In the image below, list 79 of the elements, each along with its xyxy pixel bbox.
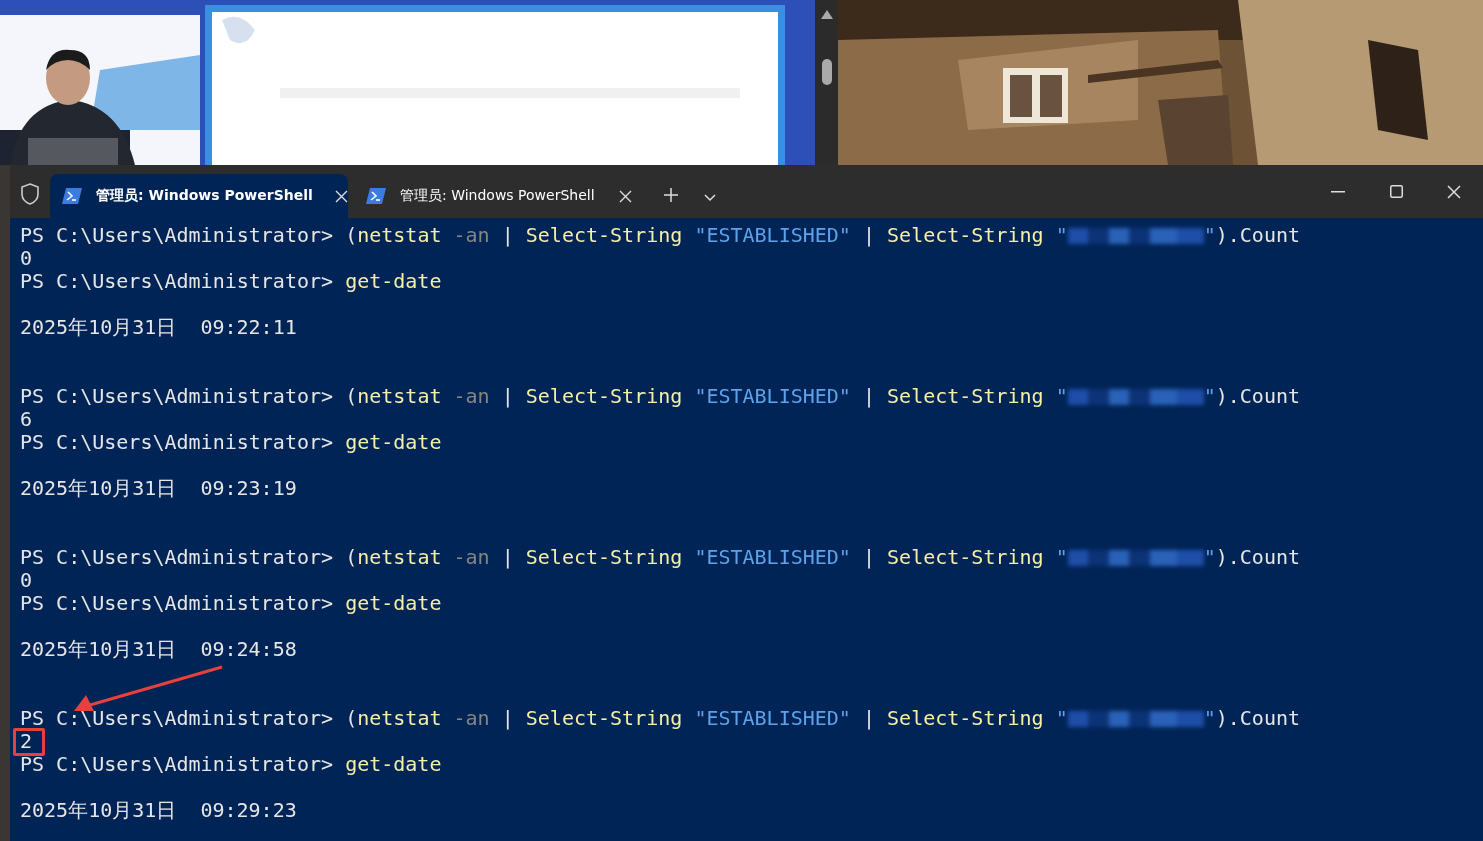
string-text: "ESTABLISHED": [694, 384, 851, 408]
code-text: ).Count: [1215, 223, 1301, 247]
command-text: Select-String: [887, 706, 1044, 730]
scrollbar-thumb[interactable]: [821, 59, 832, 85]
prompt-text: PS C:\Users\Administrator>: [20, 223, 334, 247]
command-text: get-date: [345, 430, 442, 454]
command-text: Select-String: [887, 545, 1044, 569]
string-text: ": [1055, 706, 1068, 730]
string-text: ": [1055, 384, 1068, 408]
code-text: (: [345, 384, 358, 408]
parameter-text: -an: [453, 545, 490, 569]
prompt-text: PS C:\Users\Administrator>: [20, 384, 334, 408]
string-text: ": [1203, 223, 1216, 247]
chevron-down-icon[interactable]: [704, 194, 716, 202]
powershell-icon: [62, 188, 82, 204]
parameter-text: -an: [453, 223, 490, 247]
output-text: 0: [20, 568, 33, 592]
date-text: 2025年10月31日 09:22:11: [20, 315, 297, 339]
code-text: ).Count: [1215, 384, 1301, 408]
code-text: |: [501, 545, 514, 569]
code-text: |: [862, 706, 875, 730]
string-text: ": [1055, 545, 1068, 569]
close-icon[interactable]: [334, 189, 348, 203]
command-text: Select-String: [525, 706, 683, 730]
code-text: |: [862, 223, 875, 247]
command-text: get-date: [345, 269, 442, 293]
output-text: 6: [20, 407, 33, 431]
string-text: "ESTABLISHED": [694, 223, 851, 247]
command-text: Select-String: [525, 545, 683, 569]
command-text: netstat: [357, 384, 442, 408]
code-text: |: [501, 706, 514, 730]
code-text: |: [862, 384, 875, 408]
command-text: netstat: [357, 706, 442, 730]
code-text: (: [345, 223, 358, 247]
command-text: get-date: [345, 752, 442, 776]
prompt-text: PS C:\Users\Administrator>: [20, 706, 334, 730]
string-text: ": [1203, 706, 1216, 730]
date-text: 2025年10月31日 09:23:19: [20, 476, 297, 500]
code-text: |: [862, 545, 875, 569]
scrollbar[interactable]: [815, 0, 838, 165]
command-text: Select-String: [887, 223, 1044, 247]
shield-icon[interactable]: [20, 183, 40, 205]
date-text: 2025年10月31日 09:29:23: [20, 798, 297, 822]
string-text: ": [1055, 223, 1068, 247]
code-text: |: [501, 223, 514, 247]
code-text: (: [345, 545, 358, 569]
parameter-text: -an: [453, 384, 490, 408]
tab[interactable]: 管理员: Windows PowerShell: [354, 174, 644, 218]
scroll-up-arrow-icon[interactable]: [820, 10, 833, 19]
output-text: 0: [20, 246, 33, 270]
command-text: Select-String: [525, 384, 683, 408]
string-text: "ESTABLISHED": [694, 706, 851, 730]
prompt-text: PS C:\Users\Administrator>: [20, 430, 334, 454]
maximize-icon[interactable]: [1389, 185, 1403, 198]
string-text: ": [1203, 384, 1216, 408]
string-text: ": [1203, 545, 1216, 569]
command-text: netstat: [357, 223, 442, 247]
prompt-text: PS C:\Users\Administrator>: [20, 545, 334, 569]
output-text: 2: [20, 729, 33, 753]
close-icon[interactable]: [1447, 184, 1461, 199]
command-text: get-date: [345, 591, 442, 615]
command-text: netstat: [357, 545, 442, 569]
code-text: ).Count: [1215, 545, 1301, 569]
code-text: |: [501, 384, 514, 408]
tab[interactable]: 管理员: Windows PowerShell: [50, 174, 348, 218]
prompt-text: PS C:\Users\Administrator>: [20, 591, 334, 615]
code-text: ).Count: [1215, 706, 1301, 730]
minimize-icon[interactable]: [1331, 190, 1345, 193]
prompt-text: PS C:\Users\Administrator>: [20, 269, 334, 293]
plus-icon[interactable]: [664, 188, 678, 202]
powershell-icon: [366, 188, 386, 204]
prompt-text: PS C:\Users\Administrator>: [20, 752, 334, 776]
close-icon[interactable]: [619, 189, 632, 203]
command-text: Select-String: [887, 384, 1044, 408]
command-text: Select-String: [525, 223, 683, 247]
string-text: "ESTABLISHED": [694, 545, 851, 569]
date-text: 2025年10月31日 09:24:58: [20, 637, 297, 661]
parameter-text: -an: [453, 706, 490, 730]
code-text: (: [345, 706, 358, 730]
